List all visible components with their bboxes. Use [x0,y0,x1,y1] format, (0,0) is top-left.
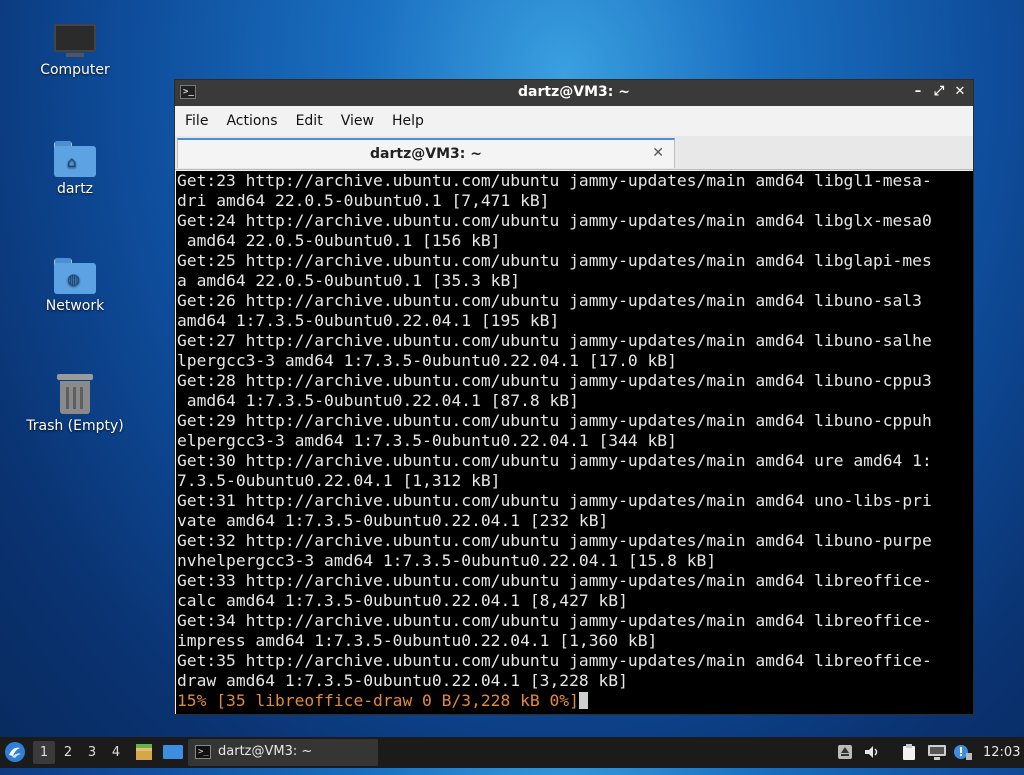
taskbar-terminal-button[interactable]: >_ dartz@VM3: ~ [188,739,378,766]
terminal-line: amd64 22.0.5-0ubuntu0.1 [156 kB] [177,231,501,250]
terminal-text: Get:23 http://archive.ubuntu.com/ubuntu … [176,171,973,691]
terminal-line: dri amd64 22.0.5-0ubuntu0.1 [7,471 kB] [177,191,550,210]
terminal-line: draw amd64 1:7.3.5-0ubuntu0.22.04.1 [3,2… [177,671,628,690]
clipboard-tray[interactable] [900,743,918,761]
clock[interactable]: 12:03 [983,737,1020,768]
update-tray[interactable] [836,743,854,761]
terminal-line: Get:34 http://archive.ubuntu.com/ubuntu … [177,611,932,630]
tab-close-icon[interactable]: ✕ [652,145,664,161]
menu-file[interactable]: File [175,106,216,129]
terminal-tab[interactable]: dartz@VM3: ~ ✕ [177,138,675,168]
volume-tray[interactable] [863,743,881,761]
desktop-icon-home[interactable]: ⌂ dartz [25,141,125,197]
terminal-line: Get:33 http://archive.ubuntu.com/ubuntu … [177,571,932,590]
terminal-line: Get:26 http://archive.ubuntu.com/ubuntu … [177,291,922,310]
minimize-button[interactable]: – [909,83,927,101]
terminal-output[interactable]: Get:23 http://archive.ubuntu.com/ubuntu … [176,171,973,714]
desktop-icon-label: dartz [56,181,94,197]
desktop-icon-label: Trash (Empty) [26,418,124,434]
notification-icon [954,745,972,760]
update-icon [838,745,852,759]
terminal-line: a amd64 22.0.5-0ubuntu0.1 [35.3 kB] [177,271,521,290]
text-cursor [578,692,588,709]
close-button[interactable]: ✕ [951,83,969,101]
terminal-line: Get:29 http://archive.ubuntu.com/ubuntu … [177,411,932,430]
progress-line: 15% [35 libreoffice-draw 0 B/3,228 kB 0%… [177,691,579,710]
terminal-line: Get:31 http://archive.ubuntu.com/ubuntu … [177,491,932,510]
menu-help[interactable]: Help [382,106,432,129]
menu-actions[interactable]: Actions [216,106,285,129]
workspace-2[interactable]: 2 [57,741,79,764]
window-title: dartz@VM3: ~ [518,84,630,100]
trash-icon [57,374,93,414]
terminal-line: amd64 1:7.3.5-0ubuntu0.22.04.1 [87.8 kB] [177,391,579,410]
terminal-line: vate amd64 1:7.3.5-0ubuntu0.22.04.1 [232… [177,511,609,530]
volume-icon [865,746,878,758]
workspace-1[interactable]: 1 [33,741,55,764]
notification-tray[interactable] [953,743,972,761]
terminal-window: >_ dartz@VM3: ~ – ⤢ ✕ File Actions Edit Vie… [174,79,974,715]
maximize-button[interactable]: ⤢ [930,83,948,101]
terminal-line: Get:24 http://archive.ubuntu.com/ubuntu … [177,211,932,230]
terminal-line: amd64 1:7.3.5-0ubuntu0.22.04.1 [195 kB] [177,311,560,330]
desktop-icon-label: Network [45,298,105,314]
terminal-line: elpergcc3-3 amd64 1:7.3.5-0ubuntu0.22.04… [177,431,677,450]
desktop-icon-trash[interactable]: Trash (Empty) [25,374,125,434]
network-tray[interactable] [927,743,946,761]
terminal-line: impress amd64 1:7.3.5-0ubuntu0.22.04.1 [… [177,631,658,650]
title-bar[interactable]: >_ dartz@VM3: ~ – ⤢ ✕ [175,80,973,106]
taskbar: 1 2 3 4 >_ dartz@VM3: ~ 12:03 [0,737,1024,768]
terminal-line: calc amd64 1:7.3.5-0ubuntu0.22.04.1 [8,4… [177,591,628,610]
terminal-line: Get:25 http://archive.ubuntu.com/ubuntu … [177,251,932,270]
workspace-3[interactable]: 3 [81,741,103,764]
tab-label: dartz@VM3: ~ [370,146,482,162]
terminal-line: Get:35 http://archive.ubuntu.com/ubuntu … [177,651,932,670]
lubuntu-logo-icon [5,742,25,762]
terminal-line: Get:32 http://archive.ubuntu.com/ubuntu … [177,531,932,550]
terminal-line: 7.3.5-0ubuntu0.22.04.1 [1,312 kB] [177,471,501,490]
terminal-line: Get:27 http://archive.ubuntu.com/ubuntu … [177,331,932,350]
desktop-icon [163,745,183,759]
show-desktop-button[interactable] [162,742,184,762]
terminal-line: Get:23 http://archive.ubuntu.com/ubuntu … [177,171,932,190]
terminal-line: nvhelpergcc3-3 amd64 1:7.3.5-0ubuntu0.22… [177,551,717,570]
terminal-line: Get:30 http://archive.ubuntu.com/ubuntu … [177,451,932,470]
menu-bar: File Actions Edit View Help [175,106,973,136]
file-manager-icon [136,744,152,760]
clipboard-icon [903,744,915,760]
desktop-icon-computer[interactable]: Computer [25,24,125,78]
terminal-line: lpergcc3-3 amd64 1:7.3.5-0ubuntu0.22.04.… [177,351,677,370]
network-icon [928,745,946,760]
task-title: dartz@VM3: ~ [218,744,313,759]
file-manager-launcher[interactable] [134,742,154,762]
tab-bar: dartz@VM3: ~ ✕ [175,136,973,170]
menu-view[interactable]: View [331,106,382,129]
menu-edit[interactable]: Edit [286,106,331,129]
workspace-4[interactable]: 4 [105,741,127,764]
desktop-icon-label: Computer [40,62,110,78]
home-folder-icon: ⌂ [54,141,96,177]
network-folder-icon: ◍ [54,258,96,294]
app-menu-button[interactable] [4,741,26,763]
desktop-icon-network[interactable]: ◍ Network [25,258,125,314]
computer-icon [54,24,96,58]
terminal-line: Get:28 http://archive.ubuntu.com/ubuntu … [177,371,932,390]
terminal-app-icon: >_ [195,745,211,759]
